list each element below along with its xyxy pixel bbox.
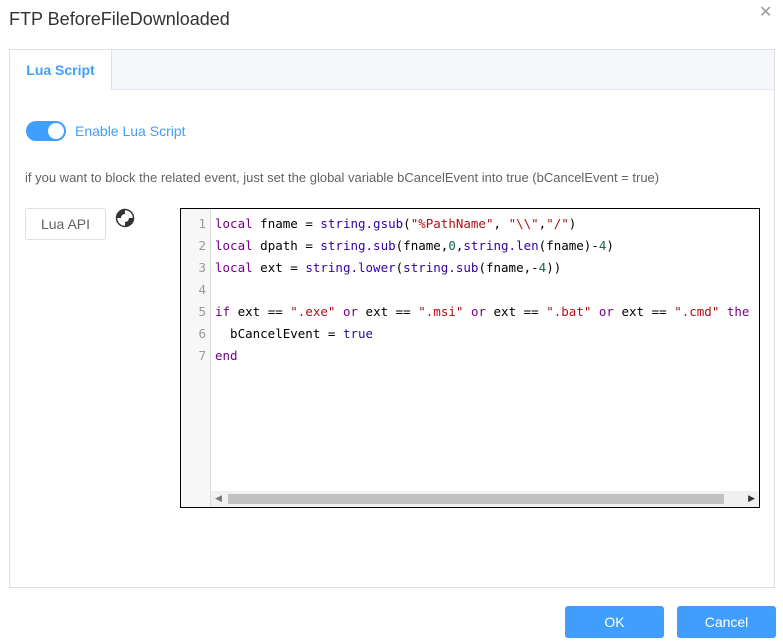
code-line[interactable]: local dpath = string.sub(fname,0,string.… xyxy=(215,235,614,257)
cancel-button[interactable]: Cancel xyxy=(677,606,776,638)
lua-api-button[interactable]: Lua API xyxy=(25,208,106,240)
line-number: 4 xyxy=(198,282,206,297)
content-panel: Lua Script Enable Lua Script if you want… xyxy=(9,49,775,588)
line-gutter: 1 2 3 4 5 6 7 xyxy=(181,209,211,507)
line-number: 6 xyxy=(198,326,206,341)
line-number: 1 xyxy=(198,216,206,231)
line-number: 7 xyxy=(198,348,206,363)
close-icon[interactable]: ✕ xyxy=(759,4,772,22)
code-editor[interactable]: 1 2 3 4 5 6 7 local fname = string.gsub(… xyxy=(180,208,760,508)
tab-lua-script[interactable]: Lua Script xyxy=(10,50,112,90)
help-icon[interactable] xyxy=(115,208,135,228)
line-number: 3 xyxy=(198,260,206,275)
horizontal-scrollbar[interactable]: ◀ ▶ xyxy=(211,491,759,507)
code-line[interactable]: bCancelEvent = true xyxy=(215,323,373,345)
toggle-label[interactable]: Enable Lua Script xyxy=(75,123,186,139)
ok-button[interactable]: OK xyxy=(565,606,664,638)
scrollbar-thumb[interactable] xyxy=(228,494,724,504)
line-number: 2 xyxy=(198,238,206,253)
code-line[interactable]: local ext = string.lower(string.sub(fnam… xyxy=(215,257,561,279)
code-line[interactable]: local fname = string.gsub("%PathName", "… xyxy=(215,213,576,235)
toggle-knob xyxy=(48,123,64,139)
scroll-right-icon[interactable]: ▶ xyxy=(748,493,755,504)
scroll-left-icon[interactable]: ◀ xyxy=(215,493,222,504)
line-number: 5 xyxy=(198,304,206,319)
hint-text: if you want to block the related event, … xyxy=(25,170,660,185)
code-line[interactable]: if ext == ".exe" or ext == ".msi" or ext… xyxy=(215,301,749,323)
code-line[interactable]: end xyxy=(215,345,238,367)
dialog-title: FTP BeforeFileDownloaded xyxy=(9,9,230,29)
tab-bar: Lua Script xyxy=(10,50,774,90)
enable-lua-toggle[interactable] xyxy=(26,121,66,141)
